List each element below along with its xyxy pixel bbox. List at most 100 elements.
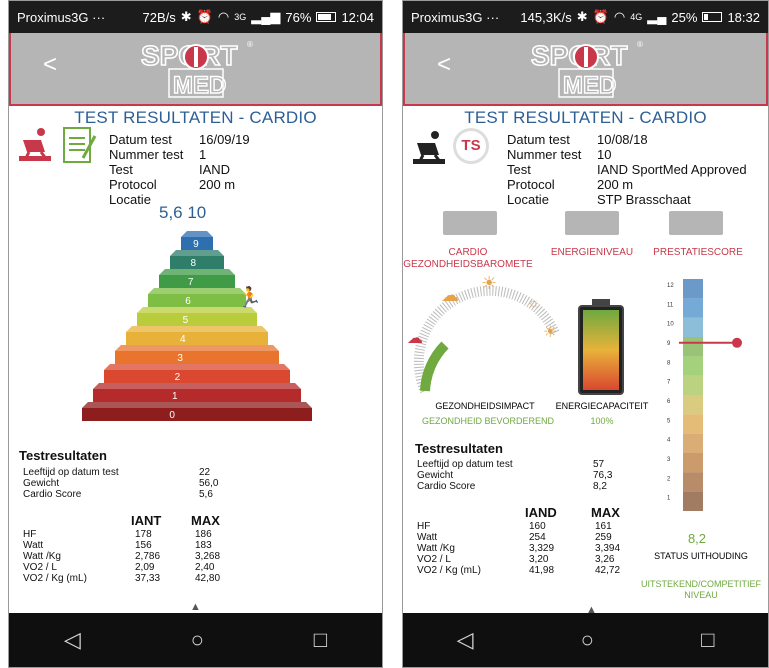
- tab-cardio[interactable]: CARDIO GEZONDHEIDSBAROMETE: [403, 247, 533, 271]
- logo-bottom-text: MED: [563, 72, 616, 99]
- pyramid-step-top: [181, 231, 213, 237]
- scale-value: 8,2: [687, 531, 707, 546]
- nav-back-icon[interactable]: ◁: [457, 627, 474, 653]
- battery-fill: [318, 14, 331, 20]
- info-row: Test IAND: [109, 162, 250, 177]
- status-bar: Proximus3G ··· 72B/s ✱ ⏰ ◠ 3G ▂▄▆ 76% 12…: [9, 1, 382, 33]
- nav-home-icon[interactable]: ○: [191, 627, 204, 653]
- table-header: IAND MAX: [417, 506, 651, 519]
- pyramid-level-label: 9: [193, 239, 199, 250]
- storm-icon: ☁: [407, 330, 423, 347]
- scale-tick-label: 4: [667, 438, 671, 444]
- tab-energie-logo-icon[interactable]: [565, 211, 619, 235]
- scale-tick-label: 11: [667, 302, 674, 308]
- pyramid-level-label: 8: [191, 258, 197, 269]
- info-key: Protocol: [109, 177, 157, 192]
- result-value: 5,6: [199, 489, 213, 500]
- table-row: Watt /Kg 2,786 3,268: [23, 551, 251, 562]
- results-title: Testresultaten: [415, 441, 503, 456]
- table-cell: 3,394: [595, 543, 621, 554]
- info-row: Datum test 10/08/18: [507, 132, 747, 147]
- info-row: Nummer test 1: [109, 147, 250, 162]
- table-cell: 42,80: [195, 573, 221, 584]
- bluetooth-icon: ✱: [180, 9, 192, 24]
- network-speed: 72B/s: [142, 9, 176, 25]
- info-key: Datum test: [109, 132, 172, 147]
- sun-icon: ☼: [527, 294, 540, 310]
- table-row: HF 178 186: [23, 529, 251, 540]
- table-cell: 178: [135, 529, 152, 540]
- nav-home-icon[interactable]: ○: [581, 627, 594, 653]
- table-cell: 156: [135, 540, 152, 551]
- pyramid-step: [148, 294, 246, 307]
- tab-prestatie-logo-icon[interactable]: [669, 211, 723, 235]
- cloud-icon: ☁: [441, 285, 459, 305]
- info-row: Locatie STP Brasschaat: [507, 192, 747, 207]
- nav-recent-icon[interactable]: □: [314, 627, 327, 653]
- info-value: STP Brasschaat: [597, 192, 691, 207]
- result-key: Cardio Score: [417, 481, 476, 492]
- info-value: 10: [597, 147, 612, 162]
- table-cell: 254: [529, 532, 546, 543]
- sportmed-logo: SPORT MED ®: [140, 39, 253, 100]
- scale-tick-label: 8: [667, 360, 671, 366]
- table-cell: HF: [417, 521, 431, 532]
- result-value: 57: [593, 459, 605, 470]
- cycling-icon: [19, 128, 51, 161]
- test-info: Datum test 10/08/18 Nummer test 10 Test IAN…: [507, 132, 747, 207]
- nav-recent-icon[interactable]: □: [701, 627, 714, 653]
- result-row: Gewicht 56,0: [23, 478, 223, 489]
- table-cell: VO2 / L: [417, 554, 451, 565]
- battery-icon: [316, 12, 337, 22]
- signal-icon: ▂▄: [647, 9, 667, 24]
- network-speed: 145,3K/s: [520, 9, 572, 25]
- back-button[interactable]: <: [43, 51, 57, 79]
- nav-back-icon[interactable]: ◁: [64, 627, 81, 653]
- app-header: < SPORT MED ®: [403, 33, 768, 106]
- info-key: Nummer test: [507, 147, 582, 162]
- wifi-icon: ◠: [217, 9, 230, 24]
- scale-segment: [683, 337, 703, 357]
- signal-icon: ▂▄▆: [251, 9, 281, 24]
- scale-tick-label: 6: [667, 399, 671, 405]
- result-row: Cardio Score 8,2: [417, 481, 637, 492]
- scale-tick-label: 10: [667, 322, 674, 328]
- table-cell: 2,40: [195, 562, 215, 573]
- tab-cardio-logo-icon[interactable]: [443, 211, 497, 235]
- result-row: Leeftijd op datum test 57: [417, 459, 637, 470]
- info-key: Test: [109, 162, 133, 177]
- android-nav-bar: ◁ ○ □: [403, 613, 768, 667]
- cycling-icon: [413, 131, 445, 164]
- info-key: Locatie: [507, 192, 549, 207]
- scale-segment: [683, 375, 703, 395]
- scroll-up-indicator[interactable]: ▲: [190, 601, 201, 613]
- result-value: 76,3: [593, 470, 613, 481]
- info-key: Nummer test: [109, 147, 184, 162]
- result-value: 8,2: [593, 481, 607, 492]
- table-cell: 3,329: [529, 543, 555, 554]
- sportmed-logo: SPORT MED ®: [530, 39, 643, 100]
- info-row: Nummer test 10: [507, 147, 747, 162]
- table-cell: Watt: [417, 532, 438, 543]
- table-row: Watt /Kg 3,329 3,394: [417, 543, 651, 554]
- back-button[interactable]: <: [437, 51, 451, 79]
- tab-prestatiescore[interactable]: PRESTATIESCORE: [643, 247, 753, 258]
- pyramid-step: [104, 370, 290, 383]
- clock: 12:04: [341, 9, 374, 25]
- svg-text:®: ®: [247, 40, 253, 49]
- pyramid-step: [137, 313, 257, 326]
- carrier-label: Proximus3G: [17, 9, 89, 25]
- table-cell: VO2 / L: [23, 562, 57, 573]
- pyramid-step-top: [159, 269, 235, 275]
- pyramid-level-label: 5: [183, 315, 189, 326]
- network-type: 4G: [630, 12, 643, 22]
- info-value: 10/08/18: [597, 132, 648, 147]
- sun-cloud-icon: ☀: [481, 273, 497, 293]
- tab-energieniveau[interactable]: ENERGIENIVEAU: [537, 247, 647, 258]
- pyramid-step: [82, 408, 312, 421]
- table-cell: 161: [595, 521, 612, 532]
- result-value: 22: [199, 467, 211, 478]
- health-gauge: ☁ ☀ ☼ ☁ ☀: [407, 273, 560, 394]
- category-tabs: CARDIO GEZONDHEIDSBAROMETE ENERGIENIVEAU…: [403, 211, 768, 270]
- info-row: Test IAND SportMed Approved: [507, 162, 747, 177]
